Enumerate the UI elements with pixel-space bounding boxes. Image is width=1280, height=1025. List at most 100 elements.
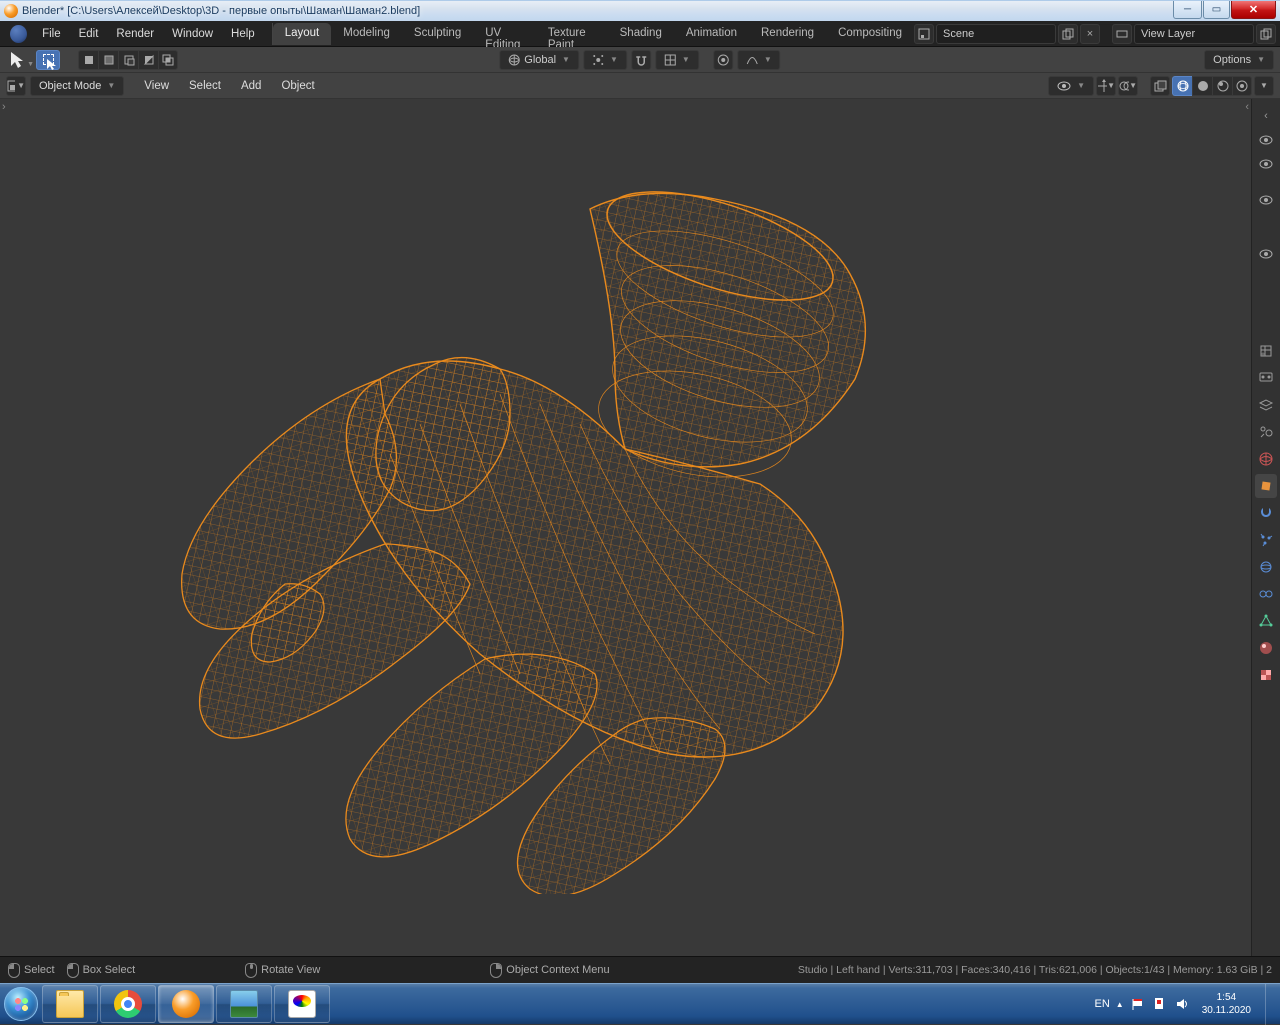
shading-solid-icon[interactable] xyxy=(1192,76,1212,96)
pivot-point-dropdown[interactable]: ▼ xyxy=(583,50,627,70)
shading-wireframe-icon[interactable] xyxy=(1172,76,1192,96)
outliner-visibility-icon-2[interactable] xyxy=(1255,153,1277,175)
window-title: Blender* [C:\Users\Алексей\Desktop\3D - … xyxy=(22,5,1172,17)
shading-rendered-icon[interactable] xyxy=(1232,76,1252,96)
overlays-toggle-icon[interactable]: ▼ xyxy=(1118,76,1138,96)
scene-delete-icon[interactable]: × xyxy=(1080,24,1100,44)
shading-matprev-icon[interactable] xyxy=(1212,76,1232,96)
viewlayer-browse-icon[interactable] xyxy=(1112,24,1132,44)
taskbar-explorer[interactable] xyxy=(42,985,98,1023)
transform-orientation-dropdown[interactable]: Global▼ xyxy=(499,50,579,70)
select-set-icon[interactable] xyxy=(78,50,98,70)
properties-tab-modifiers-icon[interactable] xyxy=(1255,501,1277,525)
viewport-menu-select[interactable]: Select xyxy=(179,76,231,96)
properties-tab-object-icon[interactable] xyxy=(1255,474,1277,498)
viewport-menu-view[interactable]: View xyxy=(134,76,179,96)
outliner-visibility-icon-4[interactable] xyxy=(1255,243,1277,265)
mode-dropdown[interactable]: Object Mode▼ xyxy=(30,76,124,96)
select-subtract-icon[interactable] xyxy=(118,50,138,70)
menu-window[interactable]: Window xyxy=(163,24,222,44)
tray-action-center-icon[interactable] xyxy=(1152,996,1168,1012)
workspace-tab-animation[interactable]: Animation xyxy=(674,23,749,45)
properties-tab-physics-icon[interactable] xyxy=(1255,555,1277,579)
blender-app-icon xyxy=(4,4,18,18)
tray-date: 30.11.2020 xyxy=(1202,1004,1251,1017)
properties-tab-material-icon[interactable] xyxy=(1255,636,1277,660)
workspace-tab-compositing[interactable]: Compositing xyxy=(826,23,914,45)
scene-copy-icon[interactable] xyxy=(1058,24,1078,44)
viewport-menu-object[interactable]: Object xyxy=(271,76,324,96)
window-maximize-button[interactable]: ▭ xyxy=(1203,1,1230,19)
workspace-tab-sculpting[interactable]: Sculpting xyxy=(402,23,473,45)
workspace-tabs: Layout Modeling Sculpting UV Editing Tex… xyxy=(272,23,914,45)
region-toggle-left-icon[interactable]: › xyxy=(2,101,6,113)
properties-tab-constraints-icon[interactable] xyxy=(1255,582,1277,606)
proportional-falloff-dropdown[interactable]: ▼ xyxy=(737,50,781,70)
window-minimize-button[interactable]: ─ xyxy=(1173,1,1202,19)
shading-options-dropdown-icon[interactable]: ▼ xyxy=(1254,76,1274,96)
outliner-collapse-icon[interactable]: ‹ xyxy=(1255,105,1277,127)
workspace-tab-rendering[interactable]: Rendering xyxy=(749,23,826,45)
transform-orientation-label: Global xyxy=(524,54,556,66)
editor-type-icon[interactable]: ▼ xyxy=(6,76,26,96)
tool-select-tweak-icon[interactable]: ▼ xyxy=(6,50,34,70)
menu-render[interactable]: Render xyxy=(107,24,163,44)
start-button[interactable] xyxy=(0,984,41,1025)
snap-element-dropdown[interactable]: ▼ xyxy=(655,50,699,70)
snap-toggle-icon[interactable] xyxy=(631,50,651,70)
gizmo-toggle-icon[interactable]: ▼ xyxy=(1096,76,1116,96)
scene-name-field[interactable]: Scene xyxy=(936,24,1056,44)
scene-browse-icon[interactable] xyxy=(914,24,934,44)
workspace-tab-modeling[interactable]: Modeling xyxy=(331,23,402,45)
windows-taskbar: EN ▲ 1:54 30.11.2020 xyxy=(0,983,1280,1024)
taskbar-paint[interactable] xyxy=(274,985,330,1023)
options-dropdown[interactable]: Options▼ xyxy=(1204,50,1274,70)
viewlayer-copy-icon[interactable] xyxy=(1256,24,1276,44)
workspace-tab-shading[interactable]: Shading xyxy=(608,23,674,45)
select-intersect-icon[interactable] xyxy=(158,50,178,70)
show-desktop-button[interactable] xyxy=(1265,984,1276,1025)
taskbar-blender[interactable] xyxy=(158,985,214,1023)
properties-tab-mesh-icon[interactable] xyxy=(1255,609,1277,633)
viewport-header: ▼ Object Mode▼ View Select Add Object ▼ … xyxy=(0,73,1280,99)
3d-viewport[interactable]: › ‹ xyxy=(0,99,1251,956)
select-invert-icon[interactable] xyxy=(138,50,158,70)
view-object-types-dropdown[interactable]: ▼ xyxy=(1048,76,1094,96)
properties-tab-output-icon[interactable] xyxy=(1255,366,1277,390)
blender-logo-icon[interactable] xyxy=(10,25,27,43)
workspace-tab-texture-paint[interactable]: Texture Paint xyxy=(536,23,608,45)
menu-file[interactable]: File xyxy=(33,24,70,44)
taskbar-photos[interactable] xyxy=(216,985,272,1023)
tray-show-hidden-icon[interactable]: ▲ xyxy=(1116,1000,1124,1009)
properties-tab-viewlayer-icon[interactable] xyxy=(1255,393,1277,417)
tray-language[interactable]: EN xyxy=(1094,998,1109,1010)
status-bar: Select Box Select Rotate View Object Con… xyxy=(0,956,1280,983)
xray-toggle-icon[interactable] xyxy=(1150,76,1170,96)
tool-select-box-icon[interactable] xyxy=(36,50,60,70)
mode-label: Object Mode xyxy=(39,80,101,92)
region-toggle-right-icon[interactable]: ‹ xyxy=(1245,101,1249,113)
proportional-edit-toggle-icon[interactable] xyxy=(713,50,733,70)
properties-tab-particles-icon[interactable] xyxy=(1255,528,1277,552)
tray-clock[interactable]: 1:54 30.11.2020 xyxy=(1196,991,1257,1017)
tray-flag-icon[interactable] xyxy=(1130,996,1146,1012)
outliner-visibility-icon-3[interactable] xyxy=(1255,189,1277,211)
menu-help[interactable]: Help xyxy=(222,24,264,44)
outliner-visibility-icon[interactable] xyxy=(1255,129,1277,151)
viewport-menu-add[interactable]: Add xyxy=(231,76,271,96)
tray-volume-icon[interactable] xyxy=(1174,996,1190,1012)
workspace-tab-uv-editing[interactable]: UV Editing xyxy=(473,23,536,45)
menu-edit[interactable]: Edit xyxy=(70,24,108,44)
select-extend-icon[interactable] xyxy=(98,50,118,70)
options-label: Options xyxy=(1213,54,1251,66)
workspace-tab-layout[interactable]: Layout xyxy=(273,23,332,45)
mouse-middle-icon xyxy=(245,963,257,978)
viewlayer-name-field[interactable]: View Layer xyxy=(1134,24,1254,44)
taskbar-chrome[interactable] xyxy=(100,985,156,1023)
properties-tab-texture-icon[interactable] xyxy=(1255,663,1277,687)
window-close-button[interactable]: ✕ xyxy=(1231,1,1276,19)
properties-tab-world-icon[interactable] xyxy=(1255,447,1277,471)
properties-tab-scene-icon[interactable] xyxy=(1255,420,1277,444)
properties-tab-render-icon[interactable] xyxy=(1255,339,1277,363)
main-menubar: File Edit Render Window Help Layout Mode… xyxy=(0,21,1280,47)
